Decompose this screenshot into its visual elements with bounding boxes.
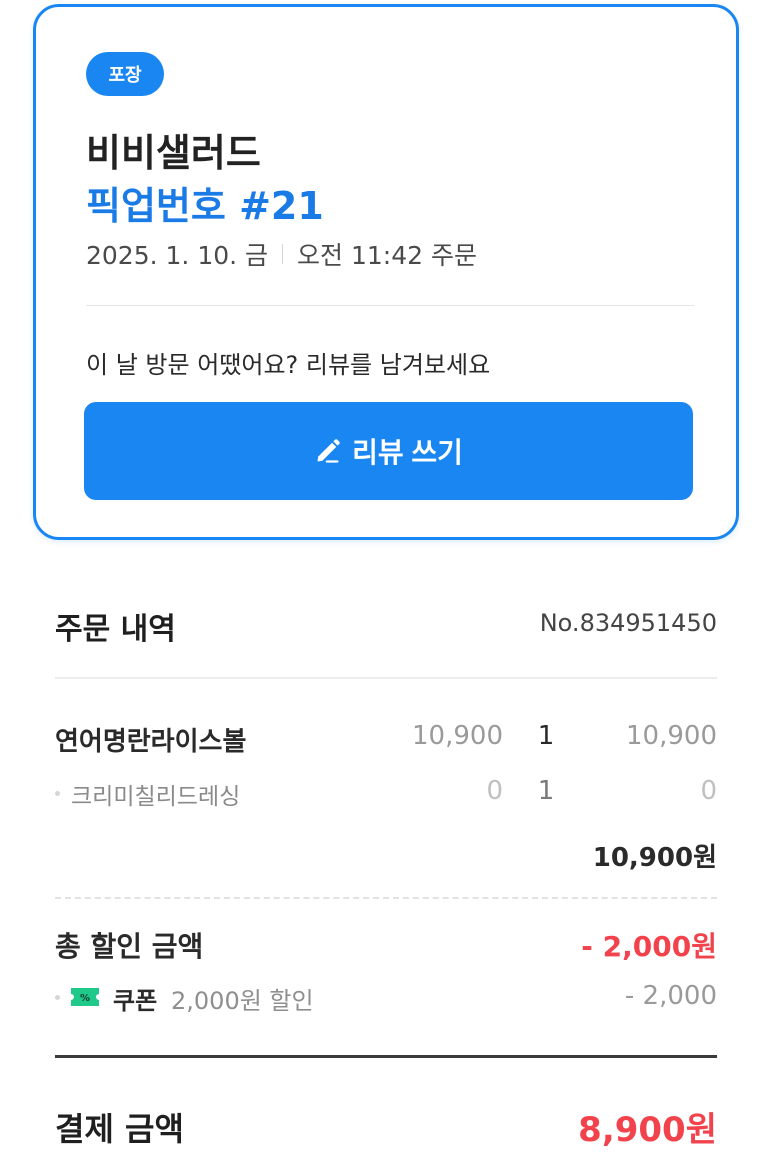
- option-total: 0: [700, 776, 717, 806]
- coupon-icon: %: [71, 988, 99, 1006]
- order-subtotal: 10,900원: [592, 843, 717, 873]
- option-unit-price: 0: [486, 776, 503, 806]
- total-discount-value: - 2,000원: [581, 930, 717, 963]
- order-time: 오전 11:42 주문: [297, 241, 477, 270]
- option-name: 크리미칠리드레싱: [71, 784, 241, 810]
- section-divider: [55, 677, 717, 679]
- svg-text:%: %: [80, 993, 90, 1004]
- item-total: 10,900: [626, 721, 717, 751]
- total-discount-label: 총 할인 금액: [55, 930, 204, 963]
- coupon-label: 쿠폰: [113, 987, 158, 1015]
- order-details-title: 주문 내역: [55, 612, 176, 647]
- option-quantity: 1: [537, 776, 555, 806]
- dashed-divider: [55, 897, 717, 899]
- coupon-row: % 쿠폰 2,000원 할인 - 2,000: [55, 981, 717, 1017]
- takeout-badge: 포장: [86, 52, 164, 96]
- item-quantity: 1: [537, 721, 555, 751]
- coupon-description: 2,000원 할인: [171, 987, 314, 1015]
- card-divider: [86, 305, 694, 306]
- meta-separator: [282, 244, 284, 264]
- order-number: No.834951450: [539, 609, 717, 637]
- bullet-dot: [55, 995, 60, 1000]
- bullet-dot: [55, 791, 60, 796]
- payment-amount-value: 8,900원: [578, 1110, 717, 1150]
- pencil-icon: [317, 439, 340, 463]
- write-review-label: 리뷰 쓰기: [352, 437, 463, 468]
- item-name: 연어명란라이스볼: [55, 727, 247, 757]
- write-review-button[interactable]: 리뷰 쓰기: [84, 402, 693, 500]
- order-date: 2025. 1. 10. 금: [86, 241, 269, 270]
- total-divider: [55, 1055, 717, 1058]
- order-item-row: 연어명란라이스볼 10,900 1 10,900: [55, 721, 717, 757]
- item-unit-price: 10,900: [412, 721, 503, 751]
- review-prompt: 이 날 방문 어땠어요? 리뷰를 남겨보세요: [86, 351, 491, 379]
- pickup-number: 픽업번호 #21: [86, 184, 324, 228]
- payment-amount-label: 결제 금액: [55, 1110, 184, 1148]
- order-option-row: 크리미칠리드레싱 0 1 0: [55, 776, 717, 812]
- order-card: 포장 비비샐러드 픽업번호 #21 2025. 1. 10. 금 오전 11:4…: [33, 4, 739, 540]
- order-meta: 2025. 1. 10. 금 오전 11:42 주문: [86, 236, 477, 272]
- coupon-amount: - 2,000: [624, 981, 717, 1011]
- store-name[interactable]: 비비샐러드: [86, 122, 261, 177]
